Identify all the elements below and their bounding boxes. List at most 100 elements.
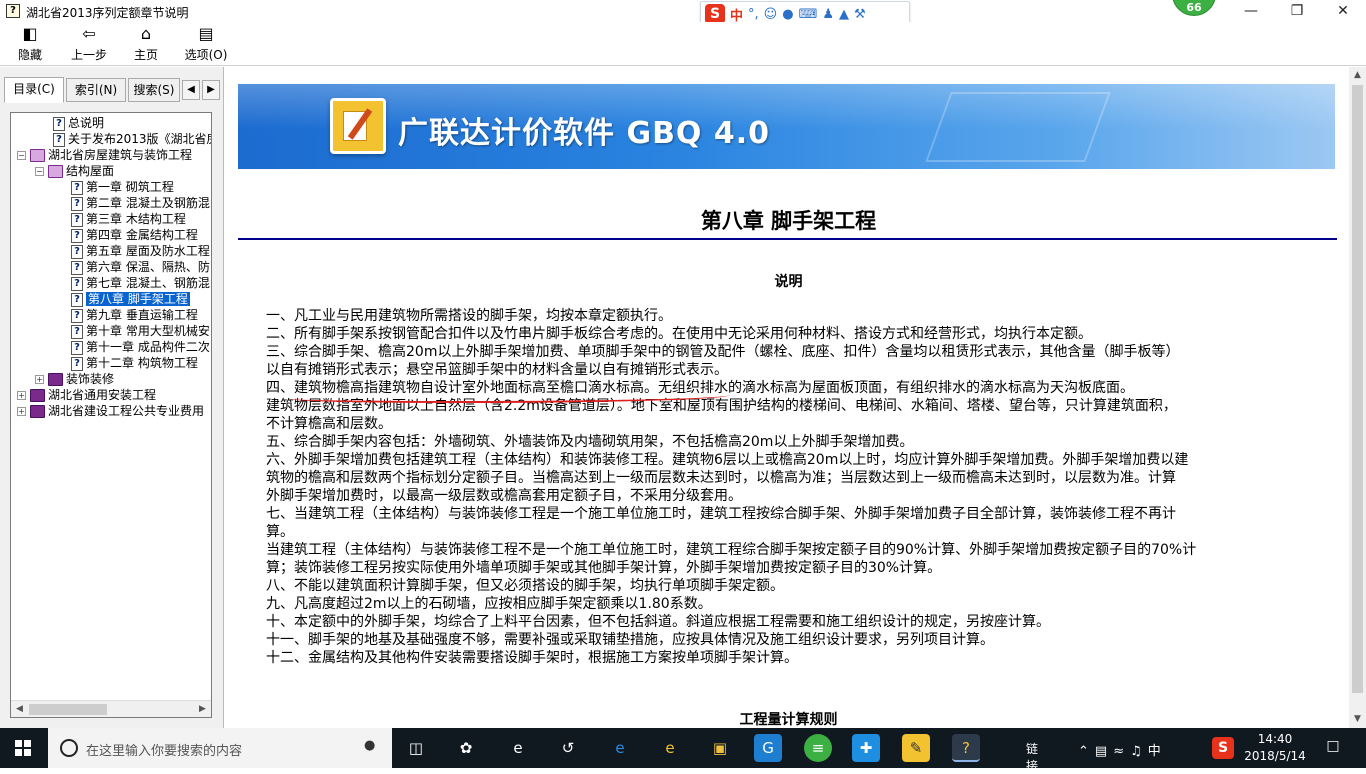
tab-scroll-left-icon[interactable]: ◀ — [182, 80, 200, 100]
skin-icon[interactable]: ▲ — [839, 7, 849, 22]
tab-scroll-right-icon[interactable]: ▶ — [202, 80, 220, 100]
help-topic-icon: ? — [71, 260, 83, 275]
options-button[interactable]: ▤ 选项(O) — [180, 24, 232, 64]
glodon-g-icon[interactable]: G — [754, 734, 782, 762]
tree-item[interactable]: ? 第三章 木结构工程 — [71, 211, 186, 227]
tab-search[interactable]: 搜索(S) — [128, 78, 180, 102]
back-button[interactable]: ⇦ 上一步 — [64, 24, 114, 64]
pinwheel-app-icon[interactable]: ✿ — [452, 734, 480, 762]
tab-index[interactable]: 索引(N) — [66, 78, 126, 102]
scroll-left-icon[interactable]: ◀ — [11, 701, 28, 717]
emoji-icon[interactable]: ☺ — [764, 7, 778, 22]
section-title: 说明 — [774, 274, 803, 290]
scroll-thumb[interactable] — [29, 704, 107, 715]
expand-icon[interactable]: + — [17, 407, 26, 416]
tree-item[interactable]: ? 第二章 混凝土及钢筋混 — [71, 195, 210, 211]
contents-tree: ?总说明?关于发布2013版《湖北省房屋−湖北省房屋建筑与装饰工程−结构屋面?第… — [11, 113, 211, 701]
home-icon: ⌂ — [140, 24, 152, 43]
green-app-icon[interactable]: ≡ — [804, 734, 832, 762]
language-icon[interactable]: 中 — [1148, 744, 1167, 759]
content-vertical-scrollbar[interactable]: ▲ ▼ — [1349, 67, 1366, 728]
tree-item[interactable]: ? 第十章 常用大型机械安 — [71, 323, 210, 339]
hide-button[interactable]: ◧ 隐藏 — [12, 24, 48, 64]
window-title: 湖北省2013序列定额章节说明 — [26, 6, 189, 20]
score-badge[interactable]: 66 — [1172, 0, 1216, 16]
expand-icon[interactable]: + — [17, 391, 26, 400]
explanation-line: 以自有摊销形式表示；悬空吊篮脚手架中的材料含量以自有摊销形式表示。 — [266, 362, 728, 378]
task-view-icon[interactable]: ◫ — [402, 734, 430, 762]
clock[interactable]: 14:40 2018/5/14 — [1240, 731, 1310, 765]
tree-horizontal-scrollbar[interactable]: ◀ ▶ — [11, 700, 211, 717]
tree-item-label: 第八章 脚手架工程 — [86, 292, 190, 306]
notes-app-icon[interactable]: ✎ — [902, 734, 930, 762]
ie-browser-icon[interactable]: e — [606, 734, 634, 762]
chinese-mode-icon[interactable]: 中 — [730, 5, 743, 24]
tree-item[interactable]: − 湖北省房屋建筑与装饰工程 — [17, 147, 192, 163]
minimize-button[interactable]: — — [1228, 0, 1274, 22]
help-topic-icon: ? — [71, 292, 83, 307]
keyboard-icon[interactable]: ⌨ — [799, 7, 818, 22]
tree-item[interactable]: + 装饰装修 — [35, 371, 114, 387]
collapse-icon[interactable]: − — [17, 151, 26, 160]
edge-browser-icon[interactable]: e — [504, 734, 532, 762]
tree-item-label: 装饰装修 — [66, 372, 115, 386]
wifi-icon[interactable]: ≈ — [1113, 744, 1130, 759]
expand-icon[interactable]: + — [35, 375, 44, 384]
tab-contents[interactable]: 目录(C) — [4, 77, 64, 103]
tray-icons[interactable]: ⌃▤≈♫中 — [1078, 740, 1167, 759]
tree-item[interactable]: ? 总说明 — [53, 115, 104, 131]
tree-item[interactable]: − 结构屋面 — [35, 163, 114, 179]
explanation-line: 九、凡高度超过2m以上的石砌墙，应按相应脚手架定额乘以1.80系数。 — [266, 596, 712, 612]
open-book-icon — [30, 149, 45, 162]
options-icon: ▤ — [198, 24, 214, 43]
notification-icon[interactable]: □ — [1322, 738, 1344, 758]
swirl-browser-icon[interactable]: ↺ — [554, 734, 582, 762]
tray-links-label[interactable]: 链接 — [1026, 740, 1038, 774]
tree-item[interactable]: ?关于发布2013版《湖北省房屋 — [53, 131, 211, 147]
voice-icon[interactable]: ● — [782, 7, 793, 22]
tree-item[interactable]: ? 第九章 垂直运输工程 — [71, 307, 198, 323]
chapter-divider — [238, 238, 1337, 240]
tree-item[interactable]: ? 第四章 金属结构工程 — [71, 227, 198, 243]
tree-item[interactable]: ? 第十二章 构筑物工程 — [71, 355, 198, 371]
file-explorer-icon[interactable]: ▣ — [706, 734, 734, 762]
start-button[interactable] — [0, 728, 48, 768]
ie-legacy-icon[interactable]: e — [656, 734, 684, 762]
cortana-icon — [60, 739, 78, 757]
tree-item[interactable]: + 湖北省建设工程公共专业费用 — [17, 403, 204, 419]
chevron-up-icon[interactable]: ⌃ — [1078, 744, 1095, 759]
contents-tree-box: ?总说明?关于发布2013版《湖北省房屋−湖北省房屋建筑与装饰工程−结构屋面?第… — [10, 112, 212, 718]
open-book-icon — [48, 165, 63, 178]
wrench-icon[interactable]: ⚒ — [854, 7, 866, 22]
tree-item[interactable]: ? 第一章 砌筑工程 — [71, 179, 174, 195]
tree-item[interactable]: ? 第八章 脚手架工程 — [71, 291, 190, 307]
scroll-thumb[interactable] — [1352, 85, 1363, 693]
maximize-button[interactable]: ❐ — [1274, 0, 1320, 22]
tree-item[interactable]: ? 第五章 屋面及防水工程 — [71, 243, 210, 259]
scroll-up-icon[interactable]: ▲ — [1349, 67, 1366, 84]
taskbar-search-box[interactable]: 在这里输入你要搜索的内容 ● — [48, 728, 392, 768]
search-placeholder: 在这里输入你要搜索的内容 — [86, 744, 243, 759]
tree-item[interactable]: ? 第七章 混凝土、钢筋混 — [71, 275, 210, 291]
user-icon[interactable]: ♟ — [822, 7, 834, 22]
tree-item[interactable]: ? 第十一章 成品构件二次 — [71, 339, 210, 355]
punctuation-icon[interactable]: °, — [748, 7, 759, 22]
tree-item[interactable]: + 湖北省通用安装工程 — [17, 387, 156, 403]
microphone-icon[interactable]: ● — [364, 738, 376, 756]
plus-app-icon[interactable]: ✚ — [852, 734, 880, 762]
network-icon[interactable]: ▤ — [1095, 744, 1113, 759]
collapse-icon[interactable]: − — [35, 167, 44, 176]
sogou-tray-icon[interactable]: S — [1212, 737, 1234, 759]
sogou-logo-icon[interactable]: S — [705, 4, 725, 24]
glodon-logo-icon — [330, 98, 386, 154]
volume-icon[interactable]: ♫ — [1130, 744, 1148, 759]
scroll-right-icon[interactable]: ▶ — [194, 701, 211, 717]
help-app-taskbar-icon[interactable]: ? — [952, 734, 980, 762]
tree-item-label: 结构屋面 — [66, 164, 115, 178]
home-button[interactable]: ⌂ 主页 — [128, 24, 164, 64]
close-button[interactable]: ✕ — [1320, 0, 1366, 22]
tree-item[interactable]: ? 第六章 保温、隔热、防 — [71, 259, 210, 275]
scroll-down-icon[interactable]: ▼ — [1349, 711, 1366, 728]
chapter-title: 第八章 脚手架工程 — [700, 208, 877, 233]
hide-pane-icon: ◧ — [22, 24, 38, 43]
